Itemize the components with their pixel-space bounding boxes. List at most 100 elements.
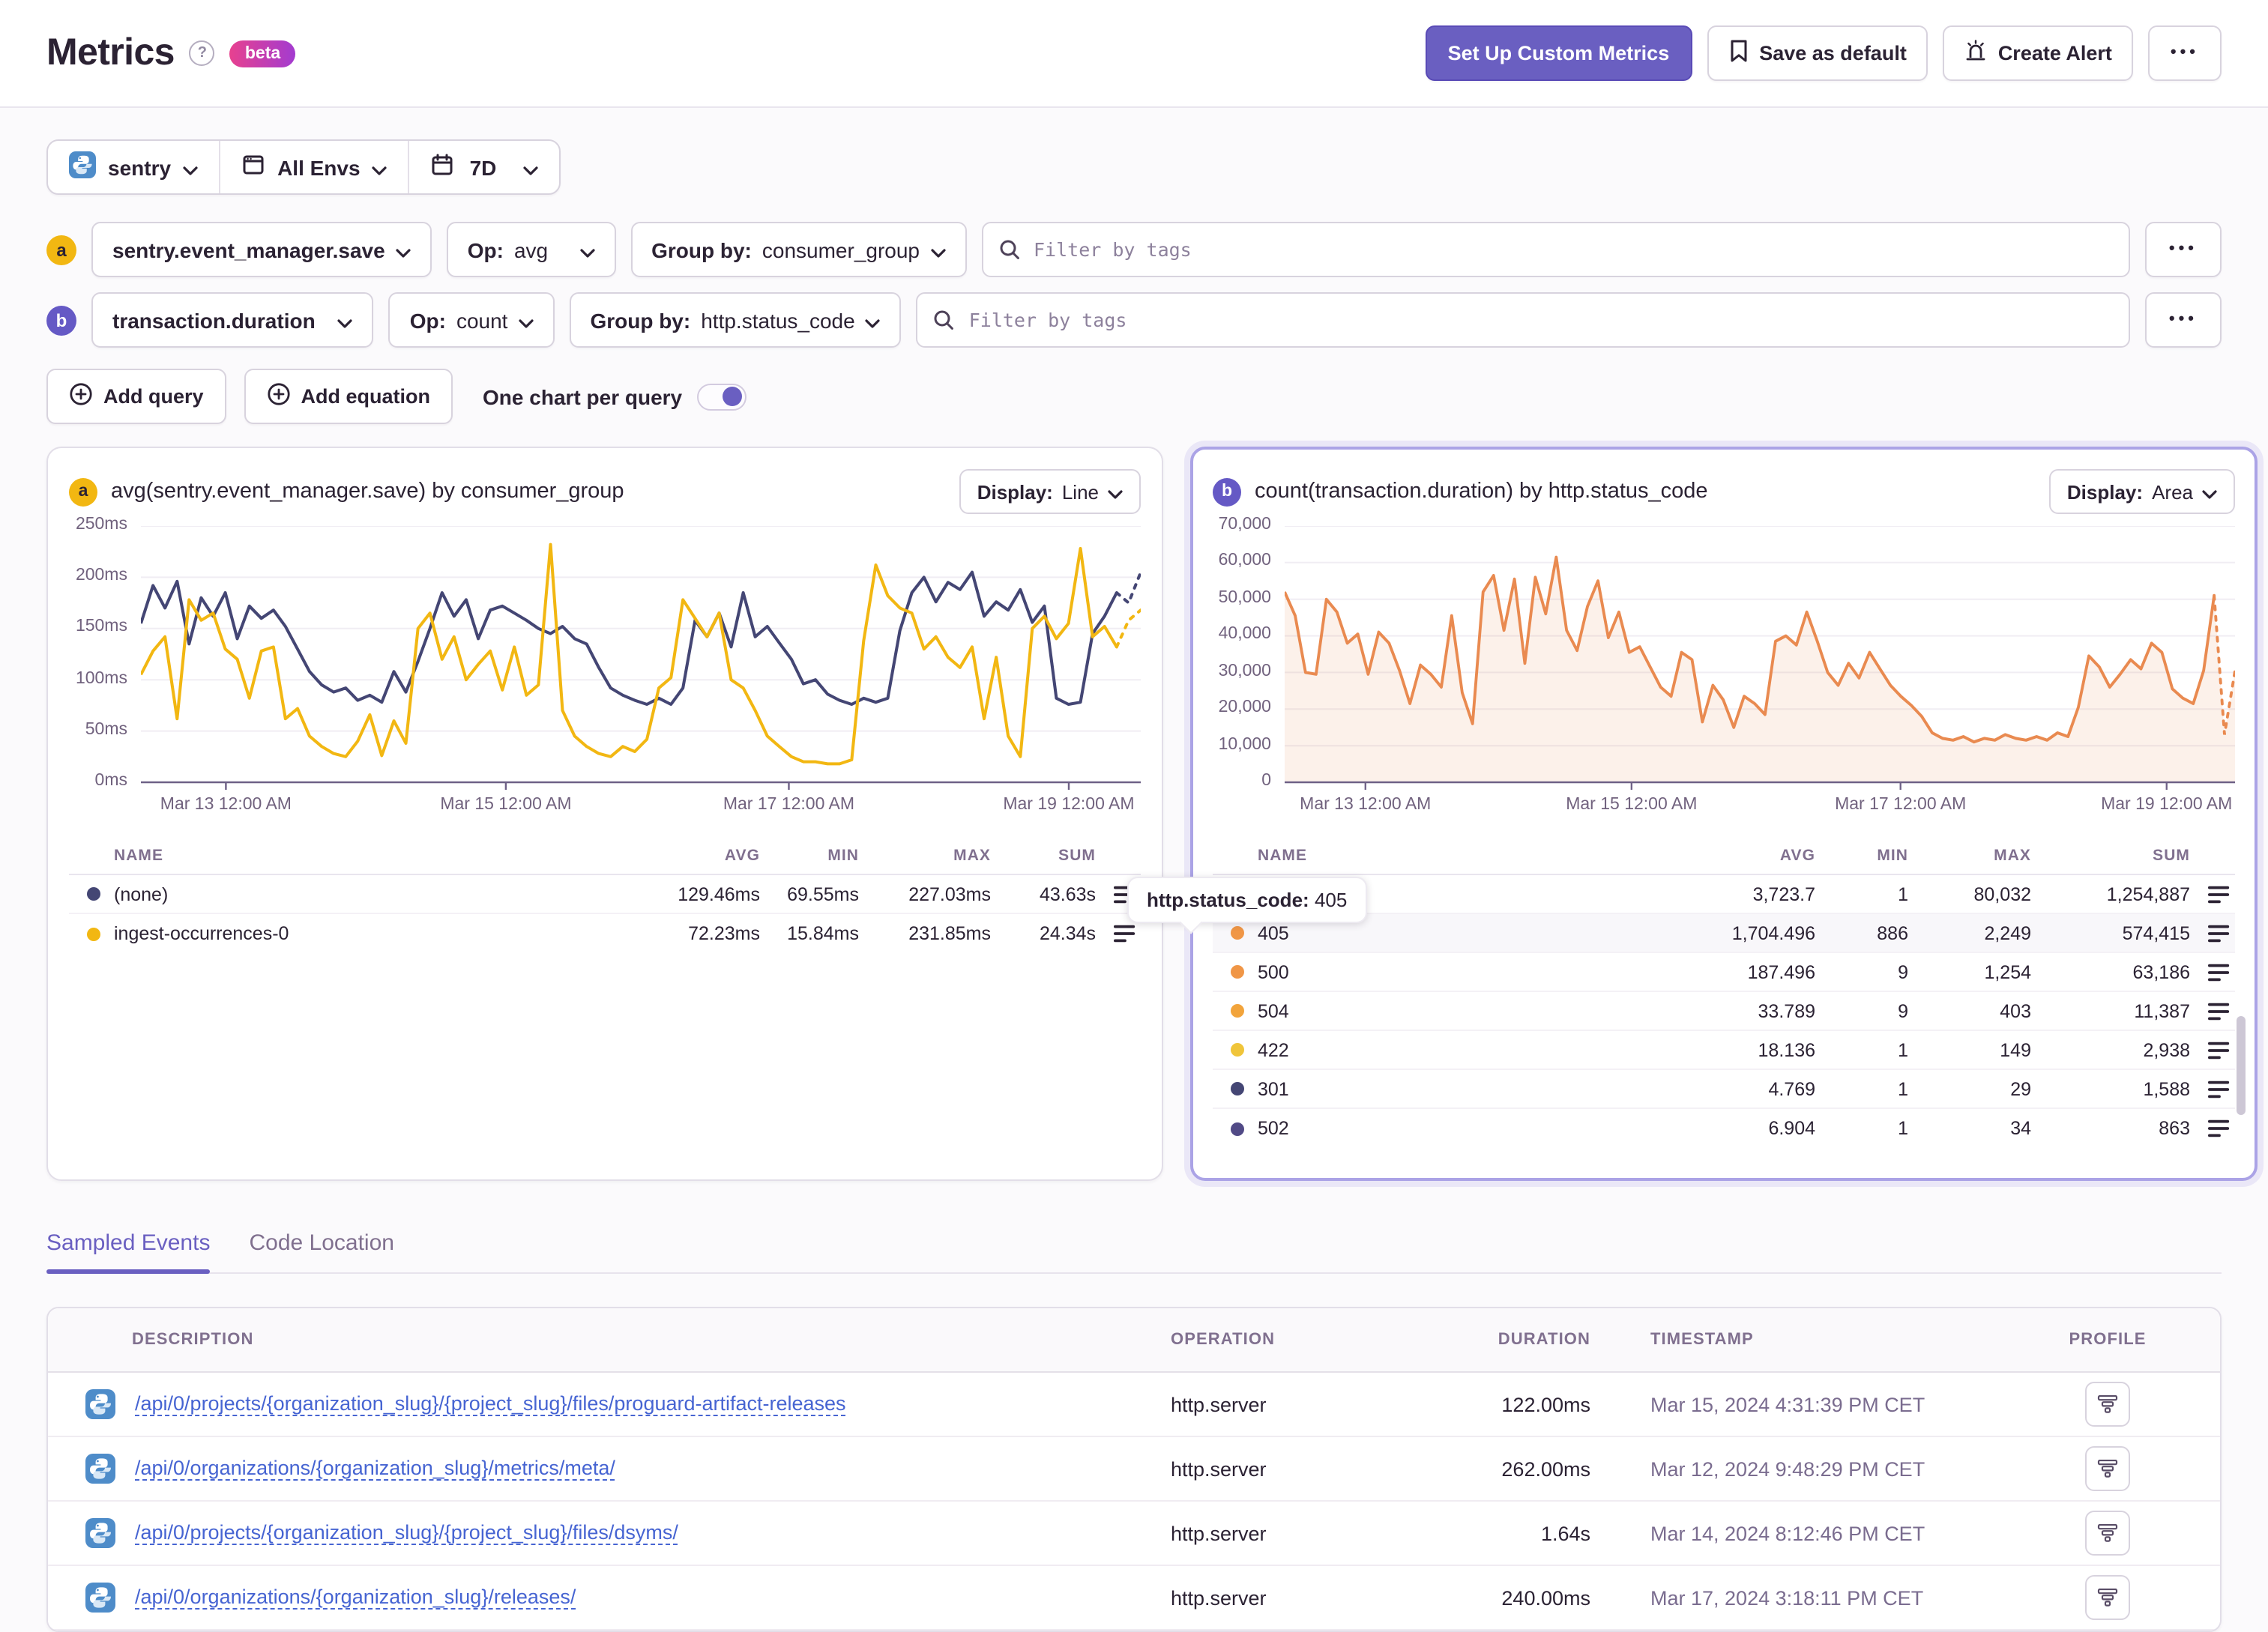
one-chart-per-query-toggle[interactable] xyxy=(697,383,747,410)
query-row-a: a sentry.event_manager.save Op: avg Grou… xyxy=(46,222,2222,277)
tag-filter-input-a[interactable] xyxy=(981,222,2130,277)
y-tick-label: 40,000 xyxy=(1218,625,1271,644)
page-title: Metrics xyxy=(46,31,175,73)
event-description-link[interactable]: /api/0/projects/{organization_slug}/{pro… xyxy=(135,1392,846,1415)
row-menu-icon[interactable] xyxy=(1096,925,1141,943)
x-tick-label: Mar 17 12:00 AM xyxy=(1835,796,1967,814)
profile-icon xyxy=(2097,1460,2118,1478)
chevron-down-icon xyxy=(523,155,538,179)
series-min: 1 xyxy=(1898,1039,1908,1060)
tab-code-location[interactable]: Code Location xyxy=(249,1230,394,1272)
series-sum: 43.63s xyxy=(1039,883,1096,904)
line-chart-canvas[interactable] xyxy=(141,526,1141,791)
legend-row[interactable]: 504 33.789 9 403 11,387 xyxy=(1213,992,2235,1031)
series-max: 80,032 xyxy=(1973,883,2031,904)
groupby-select-b[interactable]: Group by: http.status_code xyxy=(569,292,902,348)
groupby-select-a[interactable]: Group by: consumer_group xyxy=(630,222,966,277)
row-menu-icon[interactable] xyxy=(2190,1041,2235,1059)
tab-sampled-events[interactable]: Sampled Events xyxy=(46,1230,211,1274)
y-tick-label: 60,000 xyxy=(1218,551,1271,570)
project-filter-dropdown[interactable]: sentry xyxy=(48,141,219,193)
legend-row[interactable]: (none) 129.46ms 69.55ms 227.03ms 43.63s xyxy=(69,875,1141,914)
table-scrollbar[interactable] xyxy=(2237,1016,2246,1115)
legend-row[interactable]: ingest-occurrences-0 72.23ms 15.84ms 231… xyxy=(69,914,1141,953)
profile-button[interactable] xyxy=(2085,1382,2130,1427)
metric-select-b[interactable]: transaction.duration xyxy=(91,292,374,348)
row-menu-icon[interactable] xyxy=(2190,885,2235,903)
add-equation-button[interactable]: Add equation xyxy=(244,369,453,424)
x-tick-label: Mar 13 12:00 AM xyxy=(160,796,292,814)
series-name: 405 xyxy=(1258,922,1289,943)
series-avg: 129.46ms xyxy=(678,883,760,904)
y-tick-label: 0 xyxy=(1261,772,1271,790)
y-tick-label: 250ms xyxy=(75,516,127,534)
search-icon xyxy=(998,238,1020,268)
row-menu-icon[interactable] xyxy=(2190,1002,2235,1020)
event-row: /api/0/organizations/{organization_slug}… xyxy=(48,1437,2220,1502)
series-max: 2,249 xyxy=(1984,922,2031,943)
legend-row[interactable]: 422 18.136 1 149 2,938 xyxy=(1213,1031,2235,1070)
event-duration: 262.00ms xyxy=(1501,1457,1590,1480)
area-chart-canvas[interactable] xyxy=(1285,526,2235,791)
events-table-header: DESCRIPTION OPERATION DURATION TIMESTAMP… xyxy=(48,1308,2220,1373)
date-range-dropdown[interactable]: 7D xyxy=(410,141,560,193)
x-tick-label: Mar 13 12:00 AM xyxy=(1300,796,1432,814)
chevron-down-icon xyxy=(518,308,534,332)
chevron-down-icon xyxy=(372,155,387,179)
legend-row[interactable]: 405 1,704.496 886 2,249 574,415 xyxy=(1213,914,2235,953)
python-icon xyxy=(85,1389,115,1419)
event-duration: 122.00ms xyxy=(1501,1393,1590,1415)
area-chart-plot[interactable] xyxy=(1285,526,2235,791)
display-select-b[interactable]: Display: Area xyxy=(2048,469,2235,514)
line-chart[interactable]: 0ms 50ms 100ms 150ms 200ms 250ms xyxy=(69,516,1141,791)
query-more-button-a[interactable]: ••• xyxy=(2144,222,2222,277)
series-sum: 863 xyxy=(2159,1118,2190,1139)
tag-filter-input-b[interactable] xyxy=(916,292,2130,348)
line-chart-plot[interactable] xyxy=(141,526,1141,791)
add-query-button[interactable]: Add query xyxy=(46,369,226,424)
page-filter-bar: sentry All Envs 7D xyxy=(46,139,561,195)
area-chart[interactable]: 0 10,000 20,000 30,000 40,000 50,000 60,000 70,… xyxy=(1213,516,2235,791)
series-color-dot xyxy=(1231,926,1244,940)
metric-select-a[interactable]: sentry.event_manager.save xyxy=(91,222,432,277)
query-badge-b: b xyxy=(46,305,76,335)
profile-button[interactable] xyxy=(2085,1446,2130,1491)
series-color-dot xyxy=(1231,1122,1244,1135)
event-description-link[interactable]: /api/0/organizations/{organization_slug}… xyxy=(135,1586,576,1608)
event-duration: 240.00ms xyxy=(1501,1586,1590,1609)
row-menu-icon[interactable] xyxy=(2190,1080,2235,1098)
series-name: ingest-occurrences-0 xyxy=(114,923,289,944)
op-select-b[interactable]: Op: count xyxy=(388,292,555,348)
legend-row[interactable]: 301 4.769 1 29 1,588 xyxy=(1213,1070,2235,1109)
profile-icon xyxy=(2097,1524,2118,1542)
event-timestamp: Mar 12, 2024 9:48:29 PM CET xyxy=(1650,1457,1925,1480)
row-menu-icon[interactable] xyxy=(2190,924,2235,942)
legend-row[interactable]: 500 187.496 9 1,254 63,186 xyxy=(1213,953,2235,992)
series-min: 9 xyxy=(1898,961,1908,982)
environment-filter-dropdown[interactable]: All Envs xyxy=(220,141,408,193)
query-more-button-b[interactable]: ••• xyxy=(2144,292,2222,348)
chevron-down-icon xyxy=(338,308,353,332)
help-icon[interactable]: ? xyxy=(189,40,215,66)
row-menu-icon[interactable] xyxy=(2190,963,2235,981)
y-tick-label: 70,000 xyxy=(1218,516,1271,534)
profile-button[interactable] xyxy=(2085,1511,2130,1556)
op-select-a[interactable]: Op: avg xyxy=(446,222,616,277)
legend-row[interactable]: 502 6.904 1 34 863 xyxy=(1213,1109,2235,1148)
profile-button[interactable] xyxy=(2085,1575,2130,1620)
save-as-default-button[interactable]: Save as default xyxy=(1707,25,1928,81)
series-sum: 11,387 xyxy=(2134,1000,2190,1021)
x-tick-label: Mar 15 12:00 AM xyxy=(1566,796,1698,814)
beta-badge: beta xyxy=(229,40,296,67)
event-description-link[interactable]: /api/0/projects/{organization_slug}/{pro… xyxy=(135,1521,678,1544)
setup-custom-metrics-button[interactable]: Set Up Custom Metrics xyxy=(1425,25,1692,81)
row-menu-icon[interactable] xyxy=(2190,1119,2235,1137)
display-select-a[interactable]: Display: Line xyxy=(959,469,1141,514)
chart-title-a: avg(sentry.event_manager.save) by consum… xyxy=(111,480,624,504)
event-description-link[interactable]: /api/0/organizations/{organization_slug}… xyxy=(135,1457,615,1479)
y-tick-label: 150ms xyxy=(75,617,127,636)
header-more-button[interactable]: ••• xyxy=(2147,25,2222,81)
create-alert-button[interactable]: Create Alert xyxy=(1942,25,2133,81)
series-avg: 187.496 xyxy=(1747,961,1815,982)
event-row: /api/0/projects/{organization_slug}/{pro… xyxy=(48,1373,2220,1437)
